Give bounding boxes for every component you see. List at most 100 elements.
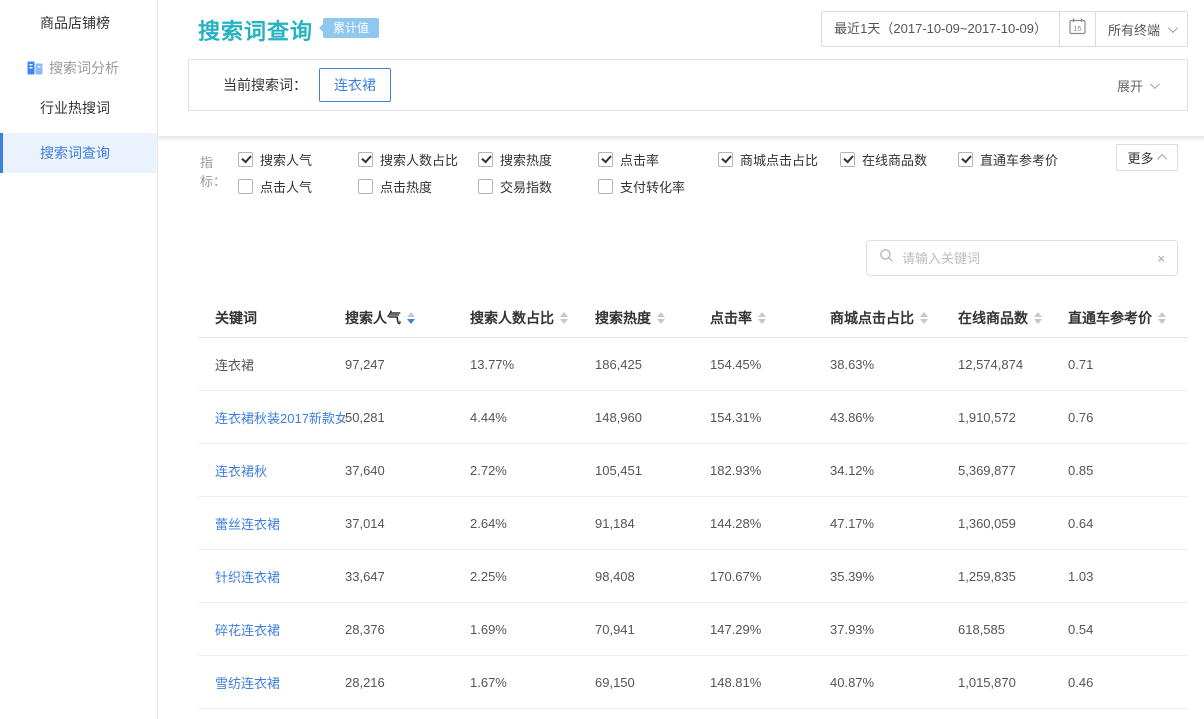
value-cell: 98,408	[595, 569, 710, 584]
keyword-search-input[interactable]	[902, 251, 1149, 266]
keyword-cell[interactable]: 雪纺连衣裙	[215, 673, 345, 692]
value-cell: 2.25%	[470, 569, 595, 584]
column-header-label: 在线商品数	[958, 308, 1028, 328]
table-body: 连衣裙 97,24713.77%186,425154.45%38.63%12,5…	[198, 338, 1188, 709]
keyword-cell[interactable]: 碎花连衣裙	[215, 620, 345, 639]
search-icon	[879, 248, 894, 268]
column-header-label: 关键词	[215, 308, 257, 328]
expand-toggle[interactable]: 展开	[1117, 76, 1157, 95]
value-cell: 0.85	[1068, 463, 1188, 478]
value-cell: 47.17%	[830, 516, 958, 531]
metrics-section: 指标： 搜索人气 搜索人数占比 搜索热度 点击率 商城点击占比 在线商品数 直通…	[158, 142, 1204, 204]
column-header[interactable]: 搜索人气	[345, 308, 470, 328]
checkbox-icon[interactable]	[718, 152, 733, 167]
page-header: 搜索词查询 累计值 最近1天（2017-10-09~2017-10-09） 15…	[158, 0, 1204, 59]
keyword-cell[interactable]: 连衣裙秋装2017新款女	[215, 408, 345, 427]
value-cell: 0.76	[1068, 410, 1188, 425]
table-row: 雪纺连衣裙 28,2161.67%69,150148.81%40.87%1,01…	[198, 656, 1188, 709]
expand-label: 展开	[1117, 76, 1143, 95]
column-header[interactable]: 搜索人数占比	[470, 308, 595, 328]
value-cell: 40.87%	[830, 675, 958, 690]
value-cell: 34.12%	[830, 463, 958, 478]
column-header[interactable]: 点击率	[710, 308, 830, 328]
metric-label: 在线商品数	[862, 150, 927, 169]
metric-checkbox-item[interactable]: 搜索人数占比	[358, 150, 478, 169]
sort-caret-icon	[560, 312, 568, 324]
metric-checkbox-item[interactable]: 支付转化率	[598, 177, 718, 196]
checkbox-icon[interactable]	[358, 179, 373, 194]
sidebar-item-label: 商品店铺榜	[40, 13, 110, 33]
keyword-cell[interactable]: 连衣裙秋	[215, 461, 345, 480]
metric-checkbox-item[interactable]: 直通车参考价	[958, 150, 1078, 169]
checkbox-icon[interactable]	[598, 152, 613, 167]
calendar-button[interactable]: 15	[1059, 12, 1095, 46]
value-cell: 0.54	[1068, 622, 1188, 637]
sidebar-item-2[interactable]: 搜索词分析	[0, 48, 157, 88]
keyword-search-box[interactable]: ×	[866, 240, 1178, 276]
value-cell: 105,451	[595, 463, 710, 478]
chevron-up-icon	[1157, 154, 1167, 164]
metric-checkbox-item[interactable]: 交易指数	[478, 177, 598, 196]
terminal-filter-dropdown[interactable]: 所有终端	[1095, 11, 1188, 47]
checkbox-icon[interactable]	[840, 152, 855, 167]
checkbox-icon[interactable]	[358, 152, 373, 167]
sort-caret-icon	[920, 312, 928, 324]
metric-label: 点击人气	[260, 177, 312, 196]
column-header[interactable]: 商城点击占比	[830, 308, 958, 328]
value-cell: 170.67%	[710, 569, 830, 584]
table-row: 连衣裙 97,24713.77%186,425154.45%38.63%12,5…	[198, 338, 1188, 391]
column-header[interactable]: 直通车参考价	[1068, 308, 1188, 328]
value-cell: 12,574,874	[958, 357, 1068, 372]
metric-checkbox-item[interactable]: 点击人气	[238, 177, 358, 196]
value-cell: 5,369,877	[958, 463, 1068, 478]
value-cell: 43.86%	[830, 410, 958, 425]
value-cell: 91,184	[595, 516, 710, 531]
keyword-cell[interactable]: 针织连衣裙	[215, 567, 345, 586]
current-term-button[interactable]: 连衣裙	[319, 68, 391, 102]
metric-label: 点击率	[620, 150, 659, 169]
sidebar-item-4[interactable]: 搜索词查询	[0, 133, 157, 173]
metric-label: 商城点击占比	[740, 150, 818, 169]
value-cell: 4.44%	[470, 410, 595, 425]
date-range-text[interactable]: 最近1天（2017-10-09~2017-10-09）	[822, 12, 1059, 46]
value-cell: 97,247	[345, 357, 470, 372]
value-cell: 37.93%	[830, 622, 958, 637]
metric-checkbox-item[interactable]: 点击率	[598, 150, 718, 169]
metric-checkbox-item[interactable]: 商城点击占比	[718, 150, 840, 169]
value-cell: 69,150	[595, 675, 710, 690]
metric-label: 直通车参考价	[980, 150, 1058, 169]
checkbox-icon[interactable]	[598, 179, 613, 194]
ledger-book-icon	[27, 61, 43, 75]
metric-checkbox-item[interactable]: 在线商品数	[840, 150, 958, 169]
value-cell: 148,960	[595, 410, 710, 425]
more-metrics-button[interactable]: 更多	[1116, 144, 1178, 171]
value-cell: 37,014	[345, 516, 470, 531]
column-header[interactable]: 在线商品数	[958, 308, 1068, 328]
clear-search-icon[interactable]: ×	[1157, 251, 1165, 266]
date-range-picker[interactable]: 最近1天（2017-10-09~2017-10-09） 15	[821, 11, 1096, 47]
value-cell: 154.31%	[710, 410, 830, 425]
column-header[interactable]: 搜索热度	[595, 308, 710, 328]
checkbox-icon[interactable]	[238, 152, 253, 167]
value-cell: 1.69%	[470, 622, 595, 637]
value-cell: 148.81%	[710, 675, 830, 690]
search-area: ×	[158, 240, 1178, 276]
checkbox-icon[interactable]	[958, 152, 973, 167]
keyword-cell[interactable]: 蕾丝连衣裙	[215, 514, 345, 533]
checkbox-icon[interactable]	[478, 179, 493, 194]
column-header: 关键词	[215, 308, 345, 328]
metric-checkbox-item[interactable]: 搜索人气	[238, 150, 358, 169]
value-cell: 50,281	[345, 410, 470, 425]
value-cell: 38.63%	[830, 357, 958, 372]
calendar-icon: 15	[1068, 17, 1087, 41]
metric-checkbox-item[interactable]: 搜索热度	[478, 150, 598, 169]
value-cell: 33,647	[345, 569, 470, 584]
checkbox-icon[interactable]	[238, 179, 253, 194]
cumulative-value-badge: 累计值	[323, 18, 379, 38]
metric-checkbox-item[interactable]: 点击热度	[358, 177, 478, 196]
sidebar-item-3[interactable]: 行业热搜词	[0, 88, 157, 128]
value-cell: 0.46	[1068, 675, 1188, 690]
checkbox-icon[interactable]	[478, 152, 493, 167]
column-header-label: 搜索人气	[345, 308, 401, 328]
sidebar-item-1[interactable]: 商品店铺榜	[0, 3, 157, 43]
